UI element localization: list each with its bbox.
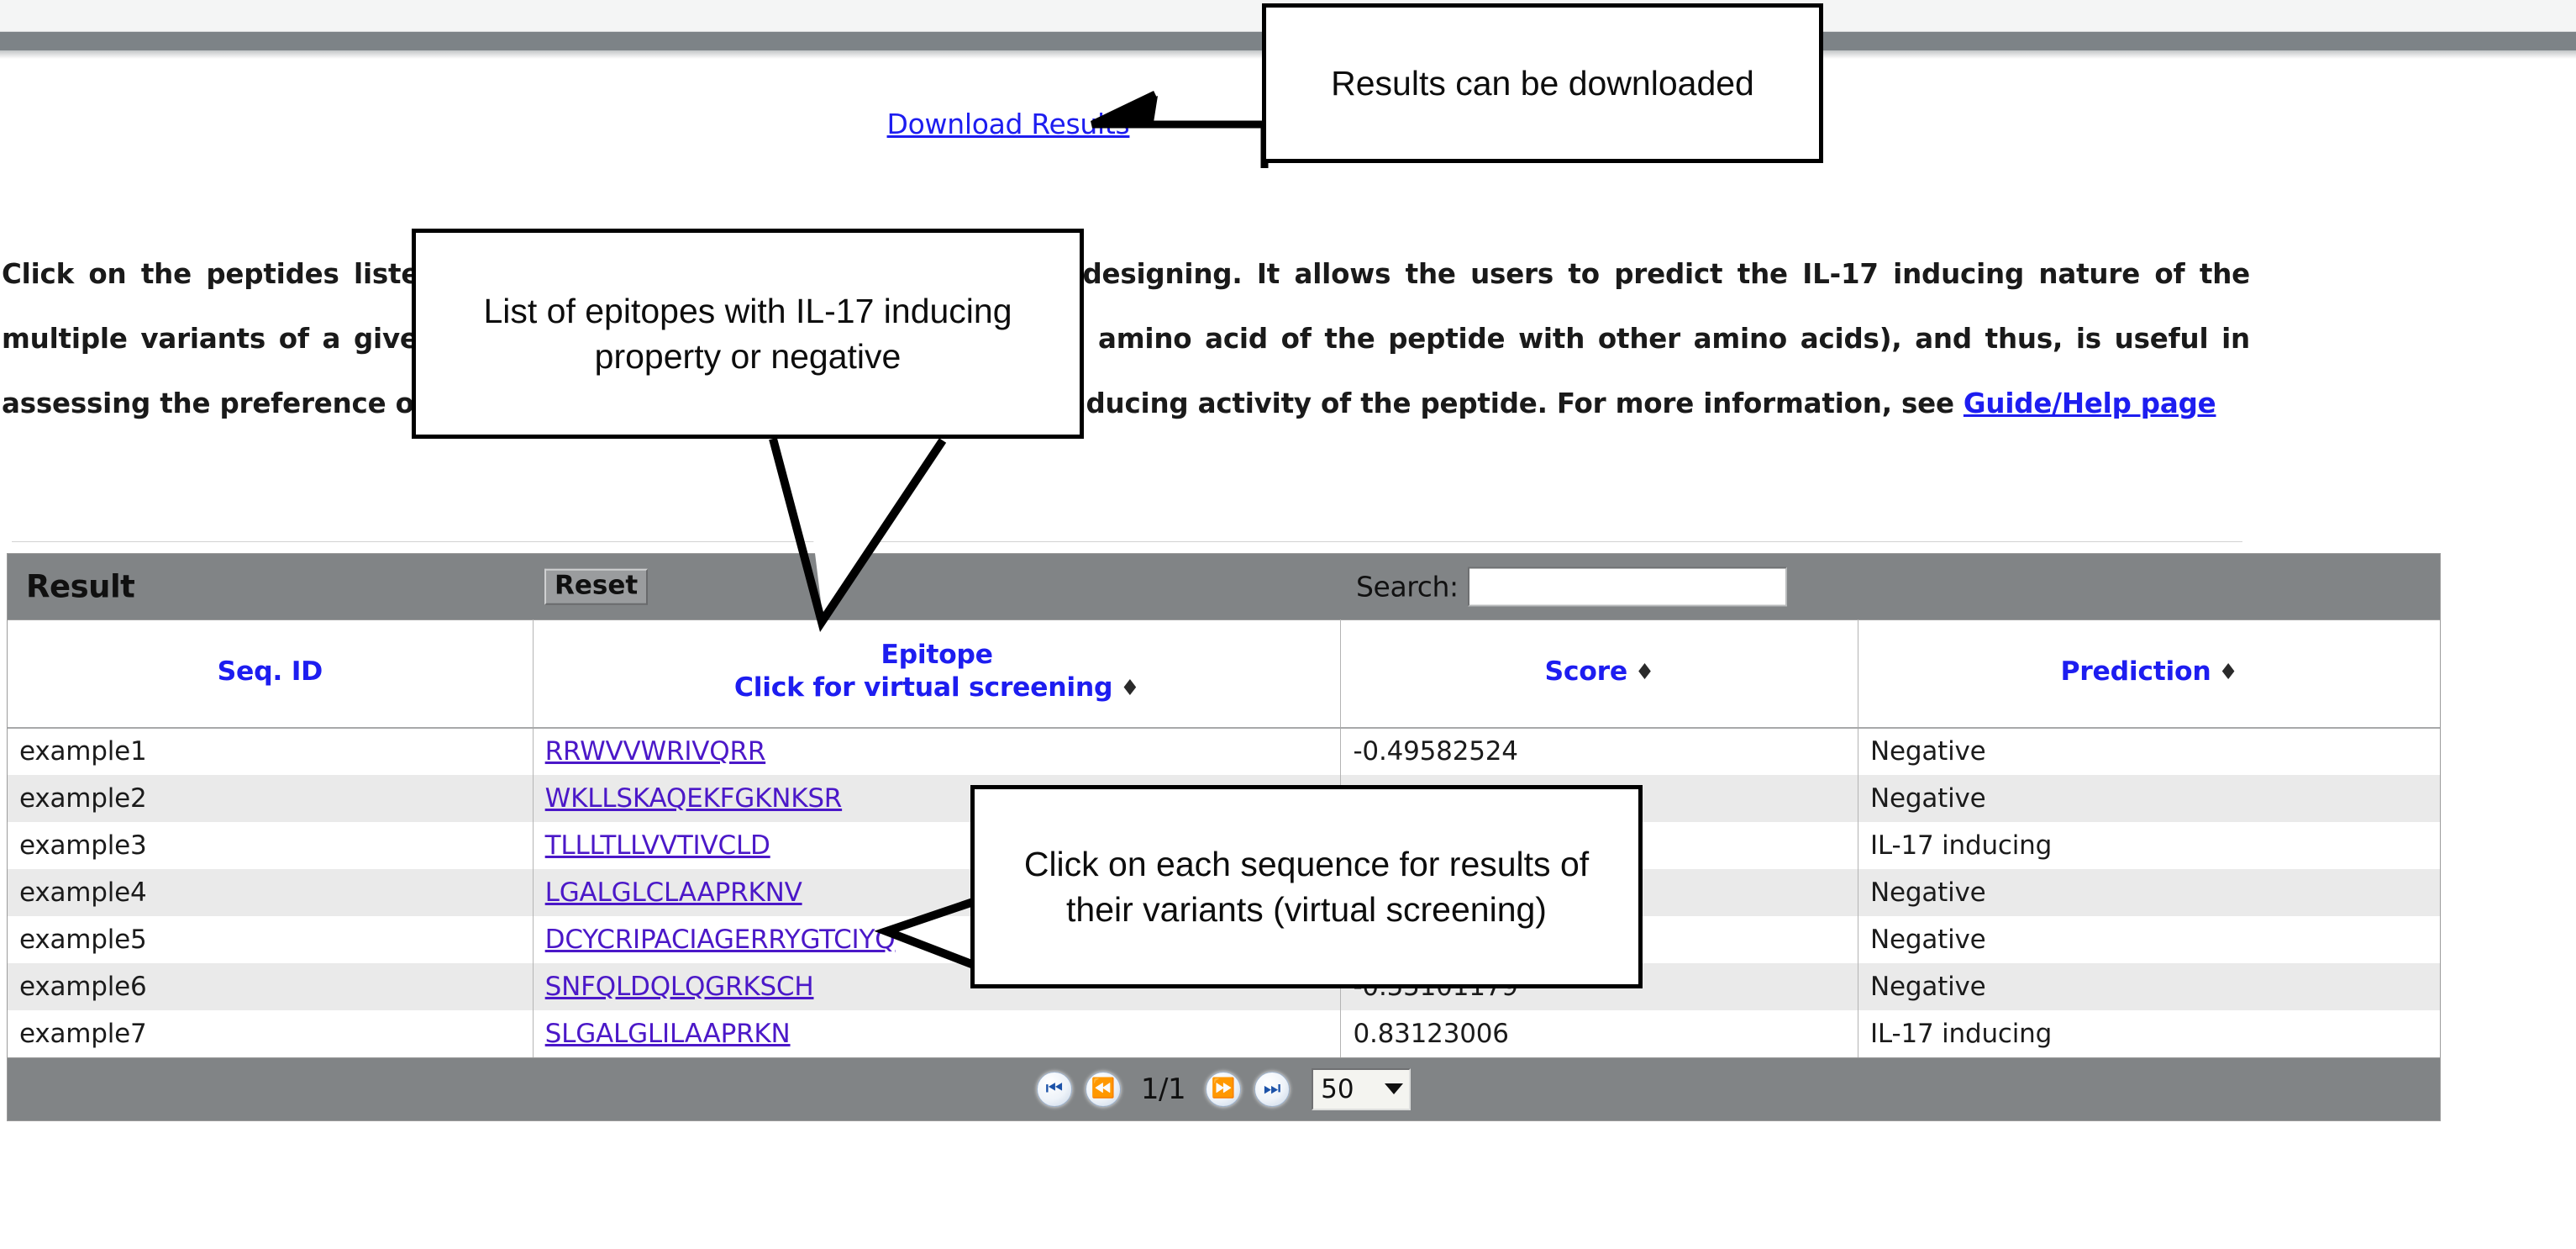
previous-page-icon[interactable]: ⏪ [1085,1071,1121,1107]
epitope-link[interactable]: SNFQLDQLQGRKSCH [545,972,814,1002]
intro-text: Click on the peptides listed below for v… [2,258,2250,419]
epitope-link[interactable]: RRWVVWRIVQRR [545,736,766,767]
sort-icon-score[interactable]: ♦ [1635,659,1654,687]
next-page-icon[interactable]: ⏩ [1206,1071,1242,1107]
epitope-link[interactable]: DCYCRIPACIAGERRYGTCIYQ [545,925,896,955]
search-group: Search: [1356,567,1787,607]
search-input[interactable] [1467,567,1787,607]
page-indicator: 1/1 [1140,1072,1186,1106]
cell-epitope: SLGALGLILAAPRKN [533,1009,1342,1057]
cell-score: -0.49582524 [1340,727,1858,775]
pagination-bar: ⏮ ⏪ 1/1 ⏩ ⏭ 50 [8,1057,2440,1120]
intro-paragraph: Click on the peptides listed below for v… [2,242,2250,436]
last-page-icon[interactable]: ⏭ [1254,1071,1291,1107]
cell-prediction: Negative [1858,915,2440,963]
cell-seq-id: example2 [8,774,534,822]
column-label-prediction: Prediction [2060,656,2211,687]
results-title: Result [26,568,135,605]
cell-seq-id: example6 [8,962,534,1010]
cell-prediction: Negative [1858,962,2440,1010]
column-header-epitope[interactable]: Epitope Click for virtual screening ♦ [533,619,1342,729]
cell-prediction: Negative [1858,774,2440,822]
table-row: example1 RRWVVWRIVQRR -0.49582524 Negative [8,727,2440,775]
column-header-prediction[interactable]: Prediction ♦ [1858,619,2440,729]
column-header-score[interactable]: Score ♦ [1340,619,1858,729]
epitope-link[interactable]: SLGALGLILAAPRKN [545,1019,791,1049]
results-header-row: Seq. ID Epitope Click for virtual screen… [8,619,2440,729]
column-sublabel-epitope: Click for virtual screening [733,672,1113,704]
column-label-score: Score [1544,656,1628,687]
column-header-seq-id[interactable]: Seq. ID [8,619,534,729]
cell-seq-id: example7 [8,1009,534,1057]
reset-button[interactable]: Reset [544,568,649,605]
guide-help-link[interactable]: Guide/Help page [1964,387,2216,419]
download-results-link[interactable]: Download Results [887,108,1130,140]
page-size-select[interactable]: 50 [1312,1067,1412,1110]
cell-prediction: IL-17 inducing [1858,821,2440,869]
results-toolbar: Result Reset Search: [8,554,2440,619]
callout-click-sequence: Click on each sequence for results of th… [970,785,1643,988]
chevron-down-icon [1385,1083,1404,1095]
cell-score: 0.83123006 [1340,1009,1858,1057]
callout-download-results: Results can be downloaded [1262,3,1823,163]
first-page-icon[interactable]: ⏮ [1036,1071,1072,1107]
section-divider [12,541,2242,542]
cell-prediction: IL-17 inducing [1858,1009,2440,1057]
table-row: example7 SLGALGLILAAPRKN 0.83123006 IL-17 i… [8,1009,2440,1057]
cell-seq-id: example3 [8,821,534,869]
cell-seq-id: example1 [8,727,534,775]
column-label-seq-id: Seq. ID [217,656,323,687]
results-table-head: Seq. ID Epitope Click for virtual screen… [8,619,2440,729]
epitope-link[interactable]: WKLLSKAQEKFGKNKSR [545,783,843,814]
callout-epitope-list: List of epitopes with IL-17 inducing pro… [412,229,1084,439]
cell-seq-id: example5 [8,915,534,963]
sort-icon-epitope[interactable]: ♦ [1120,675,1139,703]
cell-epitope: RRWVVWRIVQRR [533,727,1342,775]
cell-prediction: Negative [1858,727,2440,775]
sort-icon-prediction[interactable]: ♦ [2218,659,2237,687]
epitope-link[interactable]: TLLLTLLVVTIVCLD [545,830,770,861]
cell-prediction: Negative [1858,868,2440,916]
search-label: Search: [1356,570,1459,603]
cell-seq-id: example4 [8,868,534,916]
epitope-link[interactable]: LGALGLCLAAPRKNV [545,877,802,908]
column-label-epitope: Epitope [881,640,993,670]
page-size-value: 50 [1321,1073,1354,1104]
